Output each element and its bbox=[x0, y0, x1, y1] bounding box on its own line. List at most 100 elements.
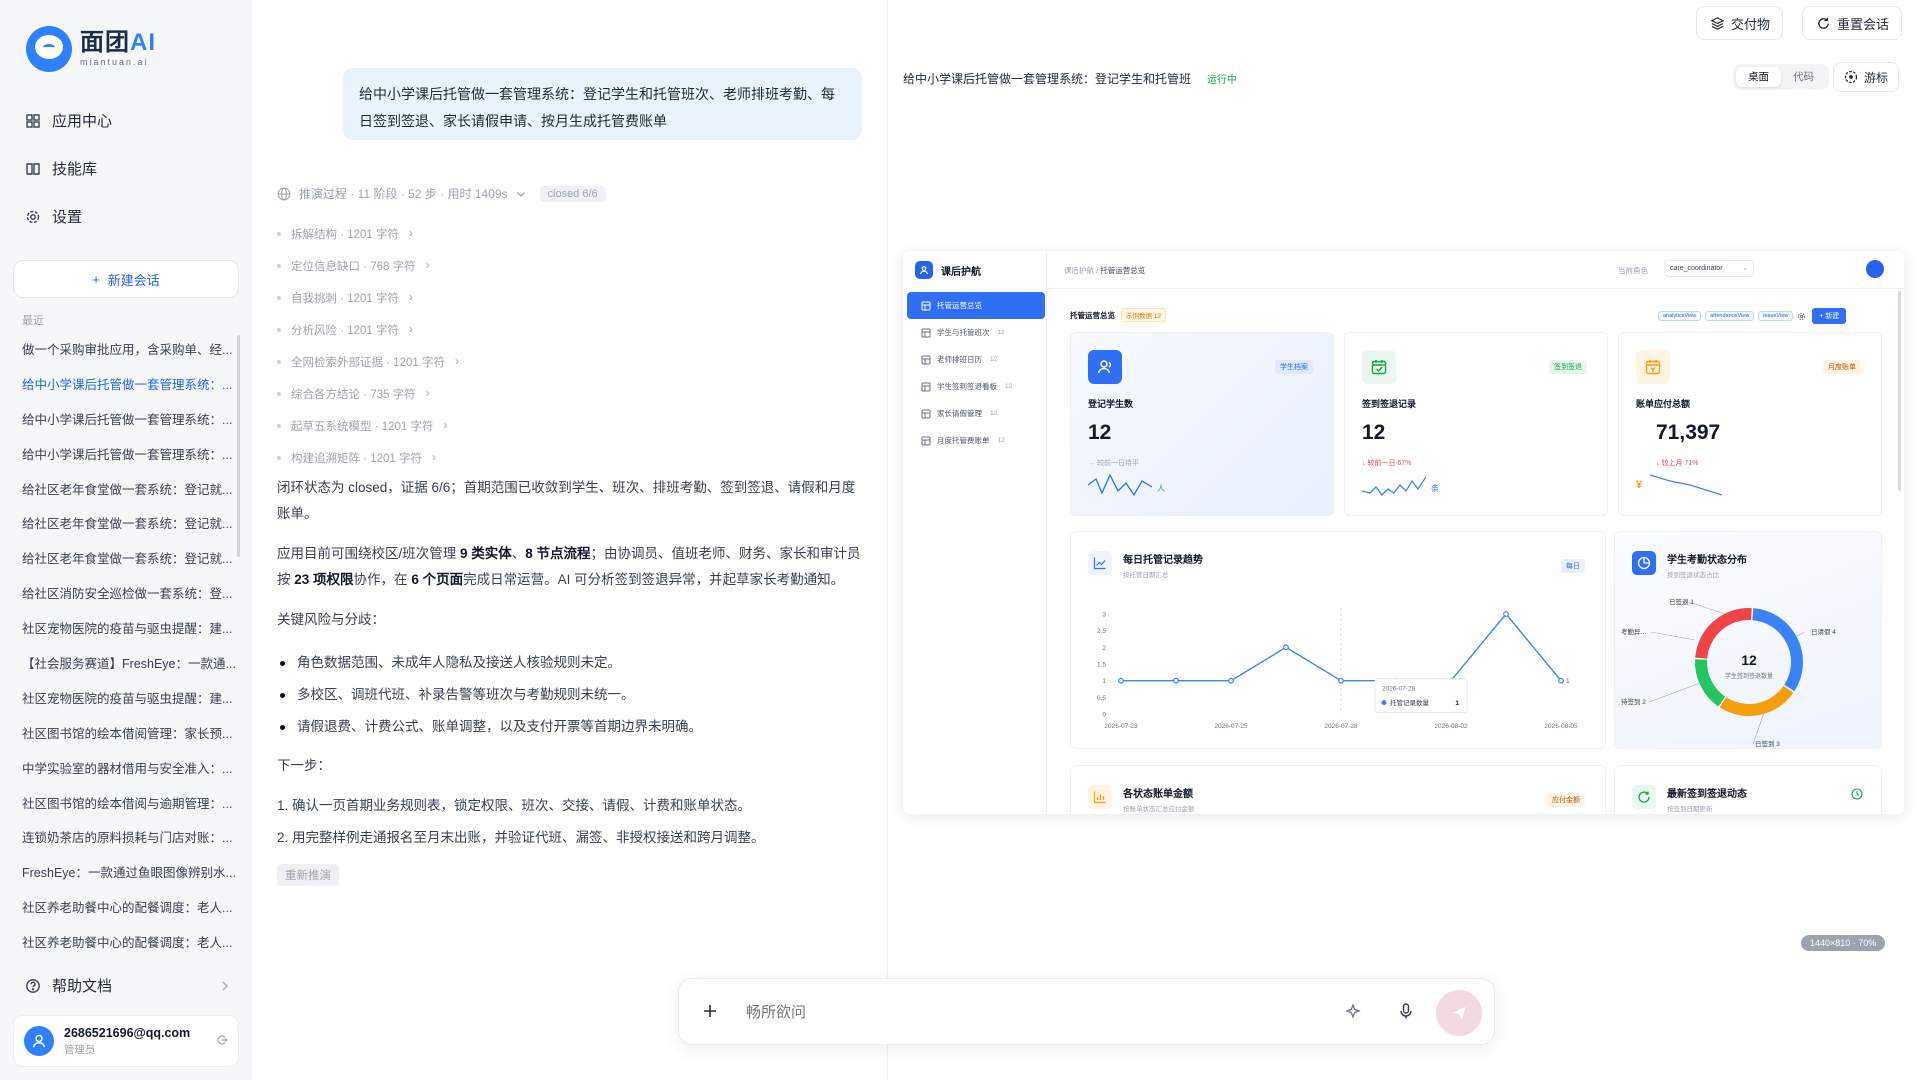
attendance-donut-chart[interactable]: 12 学生签到签退数量 已请假 4 已签到 3 待签到 2 考勤异… 已签退 1 bbox=[1615, 532, 1883, 750]
chevron-right-icon: › bbox=[455, 356, 459, 368]
donut-slice bbox=[1695, 659, 1726, 707]
history-item[interactable]: 给社区老年食堂做一套系统：登记就... bbox=[22, 514, 236, 549]
tab-desktop[interactable]: 桌面 bbox=[1736, 67, 1781, 87]
status-badge: 运行中 bbox=[1207, 75, 1238, 86]
app-nav-item[interactable]: 家长请假管理 12 bbox=[907, 400, 1045, 427]
list-item: 2. 用完整样例走通报名至月末出账，并验证代班、漏签、非授权接送和跨月调整。 bbox=[277, 830, 765, 845]
nav-label: 应用中心 bbox=[52, 113, 113, 130]
history-item[interactable]: 社区养老助餐中心的配餐调度：老人... bbox=[22, 898, 236, 933]
history-item[interactable]: 【社会服务赛道】FreshEye：一款通... bbox=[22, 654, 236, 689]
bullet-icon bbox=[277, 296, 281, 300]
app-nav-item[interactable]: 学生与托管班次 12 bbox=[907, 319, 1045, 346]
view-tag[interactable]: analyticsView bbox=[1658, 311, 1702, 321]
view-tags: analyticsView attendanceView leaveView +… bbox=[1658, 308, 1847, 324]
sparkle-icon[interactable] bbox=[1344, 1003, 1362, 1021]
trend-panel: 每日托管记录趋势 按托管日期汇总 每日 0 0.5 1 1.5 2 2.5 3 1 2026-0… bbox=[1070, 531, 1606, 749]
history-item[interactable]: 社区养老助餐中心的配餐调度：老人... bbox=[22, 933, 236, 968]
app-nav-item[interactable]: 学生签到签退看板 12 bbox=[907, 373, 1045, 400]
tab-code[interactable]: 代码 bbox=[1781, 67, 1826, 87]
kpi-trend: ↓ 较上月 71% bbox=[1656, 460, 1699, 467]
history-item[interactable]: 给社区老年食堂做一套系统：登记就... bbox=[22, 480, 236, 515]
bill-calendar-icon bbox=[1636, 350, 1670, 384]
logout-icon[interactable] bbox=[216, 1034, 228, 1046]
rerun-button[interactable]: 重新推演 bbox=[277, 864, 339, 886]
app-sidebar: 课后护航 托管运营总览 学生与托管班次 12 老师排班日历 12 学生签到签退看板 12 家长… bbox=[903, 251, 1047, 814]
history-item[interactable]: 社区宠物医院的疫苗与驱虫提醒：建... bbox=[22, 689, 236, 724]
step-item[interactable]: 综合各方结论 · 735 字符 › bbox=[277, 378, 459, 410]
brand-logo[interactable]: 面团AI miantuan.ai bbox=[26, 26, 156, 72]
app-scrollbar[interactable] bbox=[1898, 291, 1901, 491]
book-icon bbox=[24, 160, 42, 178]
refresh-icon bbox=[1815, 15, 1831, 31]
count-badge: 12 bbox=[997, 329, 1005, 336]
kpi-card-checkins[interactable]: 签到签退 签到签退记录 12 ↓ 较前一日 67% 条 bbox=[1344, 332, 1608, 516]
view-tag[interactable]: attendanceView bbox=[1705, 311, 1755, 321]
app-brand[interactable]: 课后护航 bbox=[915, 261, 981, 279]
donut-center-label: 学生签到签退数量 bbox=[1725, 672, 1773, 680]
step-item[interactable]: 定位信息缺口 · 768 字符 › bbox=[277, 250, 459, 282]
history-scrollbar[interactable] bbox=[237, 335, 240, 557]
app-nav-label: 老师排班日历 bbox=[937, 355, 982, 364]
history-item[interactable]: 连锁奶茶店的原料损耗与门店对账：... bbox=[22, 828, 236, 863]
step-item[interactable]: 拆解结构 · 1201 字符 › bbox=[277, 218, 459, 250]
step-item[interactable]: 全网检索外部证据 · 1201 字符 › bbox=[277, 346, 459, 378]
help-docs-link[interactable]: 帮助文档 bbox=[24, 975, 230, 996]
kpi-trend: ↓ 较前一日 67% bbox=[1362, 460, 1412, 467]
history-item[interactable]: FreshEye：一款通过鱼眼图像辨别水... bbox=[22, 863, 236, 898]
history-item[interactable]: 社区宠物医院的疫苗与驱虫提醒：建... bbox=[22, 619, 236, 654]
step-item[interactable]: 起草五系统模型 · 1201 字符 › bbox=[277, 410, 459, 442]
app-nav-label: 学生与托管班次 bbox=[937, 328, 990, 337]
history-item[interactable]: 给社区老年食堂做一套系统：登记就... bbox=[22, 549, 236, 584]
cursor-button[interactable]: 游标 bbox=[1833, 62, 1900, 92]
bullet-icon bbox=[277, 360, 281, 364]
donut-label: 已签到 3 bbox=[1755, 739, 1780, 748]
app-nav-item[interactable]: 托管运营总览 bbox=[907, 292, 1045, 319]
new-record-button[interactable]: + 新建 bbox=[1812, 308, 1847, 324]
list-item: 请假退费、计费公式、账单调整，以及支付开票等首期边界未明确。 bbox=[277, 711, 867, 743]
assistant-answer: 闭环状态为 closed，证据 6/6；首期范围已收敛到学生、班次、排班考勤、签… bbox=[277, 475, 867, 851]
trend-line-chart[interactable]: 0 0.5 1 1.5 2 2.5 3 1 2026-07-23 2026-07-25 2026-0… bbox=[1071, 532, 1607, 750]
deliverables-button[interactable]: 交付物 bbox=[1696, 6, 1784, 40]
donut-slice bbox=[1719, 685, 1794, 716]
history-item[interactable]: 中学实验室的器材借用与安全准入：... bbox=[22, 759, 236, 794]
user-email: 2686521696@qq.com bbox=[64, 1025, 191, 1040]
kpi-card-bills[interactable]: 月度账单 账单应付总额 71,397 ↓ 较上月 71% ¥ bbox=[1618, 332, 1882, 516]
app-nav-label: 托管运营总览 bbox=[937, 301, 982, 310]
user-card[interactable]: 2686521696@qq.com 管理员 bbox=[13, 1015, 239, 1067]
history-item[interactable]: 给社区消防安全巡检做一套系统：登... bbox=[22, 584, 236, 619]
data-point bbox=[1173, 677, 1179, 684]
bullet-icon bbox=[277, 328, 281, 332]
help-label: 帮助文档 bbox=[52, 978, 113, 995]
app-preview: 课后护航 托管运营总览 学生与托管班次 12 老师排班日历 12 学生签到签退看板 12 家长… bbox=[903, 251, 1904, 814]
history-item[interactable]: 给中小学课后托管做一套管理系统：... bbox=[22, 410, 236, 445]
nav-app-center[interactable]: 应用中心 bbox=[24, 110, 112, 131]
history-item[interactable]: 社区图书馆的绘本借阅管理：家长预... bbox=[22, 724, 236, 759]
history-item[interactable]: 做一个采购审批应用，含采购单、经... bbox=[22, 340, 236, 375]
step-label: 分析风险 · 1201 字符 bbox=[291, 325, 399, 337]
app-nav-item[interactable]: 老师排班日历 12 bbox=[907, 346, 1045, 373]
step-item[interactable]: 构建追溯矩阵 · 1201 字符 › bbox=[277, 442, 459, 474]
step-item[interactable]: 自我挑刺 · 1201 字符 › bbox=[277, 282, 459, 314]
view-tag[interactable]: leaveView bbox=[1758, 311, 1794, 321]
add-attachment-icon[interactable] bbox=[701, 1002, 719, 1020]
reset-session-button[interactable]: 重置会话 bbox=[1802, 6, 1903, 40]
step-item[interactable]: 分析风险 · 1201 字符 › bbox=[277, 314, 459, 346]
history-item[interactable]: 给中小学课后托管做一套管理系统：... bbox=[22, 375, 236, 410]
process-summary[interactable]: 推演过程 · 11 阶段 · 52 步 · 用时 1409s closed 6/… bbox=[277, 185, 606, 202]
role-select[interactable]: care_coordinator ⌄ bbox=[1664, 260, 1754, 277]
next-title: 下一步： bbox=[277, 758, 331, 773]
app-nav-item[interactable]: 月度托管费账单 12 bbox=[907, 427, 1045, 454]
nav-skills[interactable]: 技能库 bbox=[24, 158, 97, 179]
gear-icon[interactable] bbox=[1797, 312, 1806, 321]
send-button[interactable] bbox=[1436, 990, 1482, 1036]
kpi-card-students[interactable]: 学生档案 登记学生数 12 → 较前一日持平 人 bbox=[1070, 332, 1334, 516]
microphone-icon[interactable] bbox=[1397, 1002, 1415, 1020]
avatar[interactable] bbox=[1866, 260, 1884, 278]
history-item[interactable]: 给中小学课后托管做一套管理系统：... bbox=[22, 445, 236, 480]
new-chat-button[interactable]: + 新建会话 bbox=[13, 260, 239, 298]
app-nav-label: 月度托管费账单 bbox=[937, 436, 990, 445]
chat-input[interactable] bbox=[746, 997, 1306, 1027]
bill-amount-panel: 各状态账单金额 按账单状态汇总应付金额 应付金额 bbox=[1070, 765, 1606, 814]
nav-settings[interactable]: 设置 bbox=[24, 206, 82, 227]
history-item[interactable]: 社区图书馆的绘本借阅与逾期管理：... bbox=[22, 794, 236, 829]
